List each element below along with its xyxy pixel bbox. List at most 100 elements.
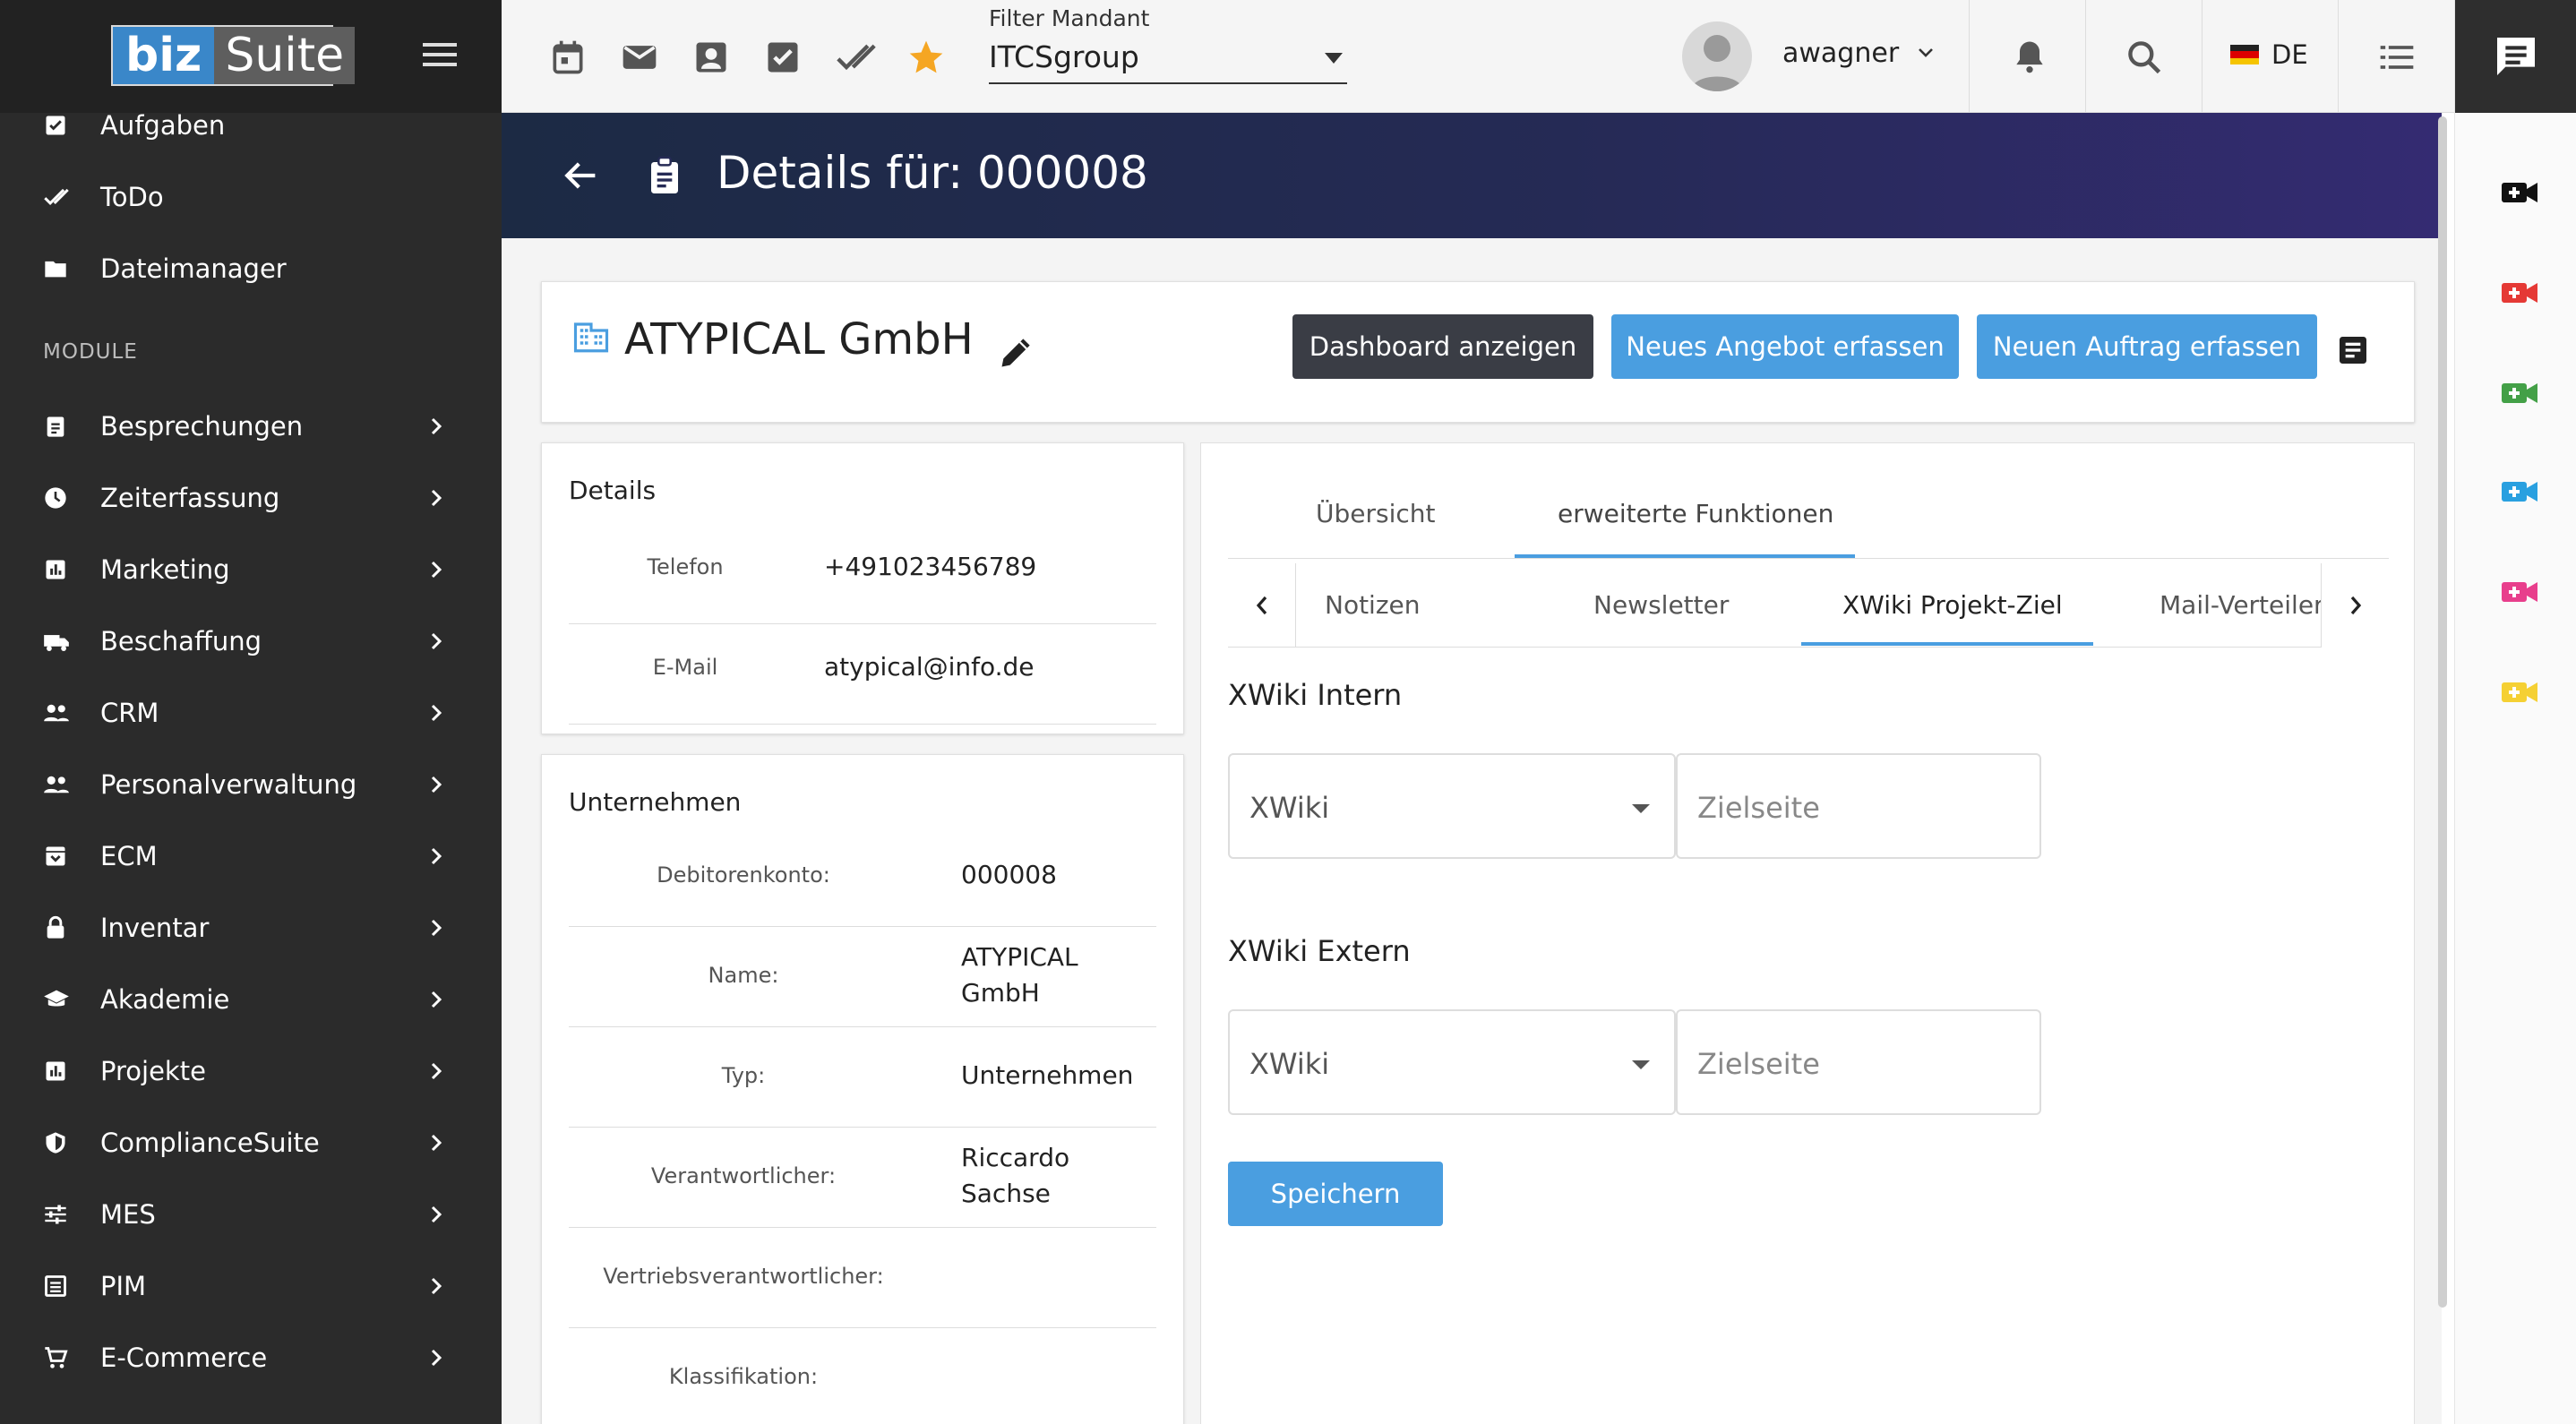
checkbox-icon[interactable] (763, 38, 803, 77)
tab-erweiterte-funktionen[interactable]: erweiterte Funktionen (1558, 499, 1833, 528)
subtab-mail-verteiler[interactable]: Mail-Verteiler (2160, 590, 2324, 620)
sidebar-item-inventar[interactable]: Inventar (0, 892, 502, 964)
subtab-notizen[interactable]: Notizen (1325, 590, 1421, 620)
building-icon (572, 318, 610, 356)
contact-icon[interactable] (691, 38, 731, 77)
info-label: Debitorenkonto: (657, 862, 830, 888)
detail-value[interactable]: +491023456789 (824, 549, 1036, 585)
detail-label: Telefon (647, 554, 724, 579)
sidebar-item-aufgaben[interactable]: Aufgaben (0, 90, 502, 161)
chevron-right-icon (428, 487, 444, 509)
video-add-green-icon[interactable] (2502, 382, 2537, 405)
tab-uebersicht[interactable]: Übersicht (1316, 499, 1436, 528)
chevron-right-icon (428, 702, 444, 724)
sidebar-item-dateimanager[interactable]: Dateimanager (0, 233, 502, 305)
chevron-left-icon[interactable] (1228, 563, 1296, 648)
info-row: Name: ATYPICAL GmbH (569, 927, 1156, 1027)
info-row: Vertriebsverantwortlicher: (569, 1228, 1156, 1328)
sidebar-item-label: Zeiterfassung (100, 483, 280, 513)
info-row: Verantwortlicher: Riccardo Sachse (569, 1128, 1156, 1228)
xwiki-intern-select[interactable]: XWiki (1228, 753, 1676, 859)
xwiki-intern-target-input[interactable]: Zielseite (1676, 753, 2041, 859)
sidebar-item-besprechungen[interactable]: Besprechungen (0, 390, 502, 462)
new-order-button[interactable]: Neuen Auftrag erfassen (1977, 314, 2317, 379)
sidebar-item-label: ToDo (100, 182, 164, 212)
subtab-newsletter[interactable]: Newsletter (1593, 590, 1729, 620)
active-subtab-indicator (1801, 642, 2093, 646)
scrollbar[interactable] (2438, 116, 2447, 1308)
video-add-blue-icon[interactable] (2502, 480, 2537, 503)
sidebar-item-akademie[interactable]: Akademie (0, 964, 502, 1035)
new-offer-button[interactable]: Neues Angebot erfassen (1611, 314, 1959, 379)
document-icon[interactable] (2335, 332, 2371, 368)
favorite-star-icon[interactable] (906, 38, 946, 77)
mail-icon[interactable] (620, 38, 659, 77)
edit-pencil-icon[interactable] (997, 332, 1036, 372)
video-add-pink-icon[interactable] (2502, 580, 2537, 604)
folder-icon (43, 256, 68, 281)
sidebar-item-e-commerce[interactable]: E-Commerce (0, 1322, 502, 1394)
video-add-icon[interactable] (2502, 181, 2537, 204)
language-switcher[interactable]: DE (2230, 39, 2308, 70)
caret-down-icon[interactable] (1324, 52, 1344, 64)
chevron-right-icon[interactable] (2321, 563, 2389, 648)
select-value: XWiki (1249, 1047, 1330, 1081)
subtab-xwiki-projekt-ziel[interactable]: XWiki Projekt-Ziel (1842, 590, 2063, 620)
sidebar-item-marketing[interactable]: Marketing (0, 534, 502, 605)
flag-de-icon (2230, 45, 2259, 64)
sidebar-item-projekte[interactable]: Projekte (0, 1035, 502, 1107)
sidebar-item-zeiterfassung[interactable]: Zeiterfassung (0, 462, 502, 534)
details-card: Details Telefon +491023456789 E-Mail aty… (541, 442, 1184, 734)
user-name[interactable]: awagner (1782, 38, 1899, 69)
xwiki-intern-title: XWiki Intern (1228, 678, 1403, 712)
sidebar-item-todo[interactable]: ToDo (0, 161, 502, 233)
calendar-icon[interactable] (548, 38, 588, 77)
search-icon[interactable] (2125, 38, 2164, 77)
sidebar-item-compliancesuite[interactable]: ComplianceSuite (0, 1107, 502, 1179)
hamburger-menu-icon[interactable] (423, 41, 457, 68)
info-row: Typ: Unternehmen (569, 1027, 1156, 1128)
brand-logo[interactable]: biz Suite (111, 25, 356, 86)
people-icon (43, 700, 69, 725)
info-value: Riccardo Sachse (961, 1143, 1070, 1208)
sidebar-item-ecm[interactable]: ECM (0, 820, 502, 892)
arrow-back-icon[interactable] (562, 159, 598, 192)
sidebar-item-label: Aufgaben (100, 110, 226, 141)
detail-value[interactable]: atypical@info.de (824, 649, 1035, 685)
bell-icon[interactable] (2010, 36, 2049, 75)
xwiki-extern-select[interactable]: XWiki (1228, 1009, 1676, 1115)
sidebar-item-personalverwaltung[interactable]: Personalverwaltung (0, 749, 502, 820)
checkbox-icon (43, 113, 68, 138)
sidebar-item-label: Marketing (100, 554, 230, 585)
details-row-email: E-Mail atypical@info.de (569, 624, 1156, 725)
info-row: Klassifikation: (569, 1328, 1156, 1424)
detail-label: E-Mail (652, 655, 718, 680)
sidebar-item-beschaffung[interactable]: Beschaffung (0, 605, 502, 677)
sidebar-item-mes[interactable]: MES (0, 1179, 502, 1250)
details-title: Details (569, 476, 657, 505)
chevron-right-icon (428, 1060, 444, 1082)
chevron-right-icon (428, 631, 444, 652)
chat-icon[interactable] (2455, 0, 2576, 113)
functions-panel: Übersicht erweiterte Funktionen Notizen … (1200, 442, 2415, 1424)
filter-mandant-select[interactable]: ITCSgroup (989, 38, 1347, 84)
chevron-down-icon[interactable] (1917, 47, 1935, 59)
save-button[interactable]: Speichern (1228, 1162, 1443, 1226)
avatar[interactable] (1682, 21, 1752, 91)
list-menu-icon[interactable] (2377, 38, 2417, 77)
info-value: Unternehmen (961, 1060, 1134, 1090)
bar-chart-icon (43, 557, 68, 582)
video-add-yellow-icon[interactable] (2502, 681, 2537, 704)
divider (2085, 0, 2086, 113)
done-all-icon[interactable] (835, 38, 876, 77)
sidebar-item-pim[interactable]: PIM (0, 1250, 502, 1322)
xwiki-extern-target-input[interactable]: Zielseite (1676, 1009, 2041, 1115)
company-info-card: Unternehmen Debitorenkonto: 000008 Name:… (541, 754, 1184, 1424)
sidebar-item-label: Projekte (100, 1056, 206, 1086)
company-card: ATYPICAL GmbH Dashboard anzeigen Neues A… (541, 281, 2415, 423)
video-add-red-icon[interactable] (2502, 281, 2537, 305)
sidebar-item-label: MES (100, 1199, 156, 1230)
dashboard-button[interactable]: Dashboard anzeigen (1292, 314, 1593, 379)
right-rail (2454, 0, 2576, 1424)
sidebar-item-crm[interactable]: CRM (0, 677, 502, 749)
